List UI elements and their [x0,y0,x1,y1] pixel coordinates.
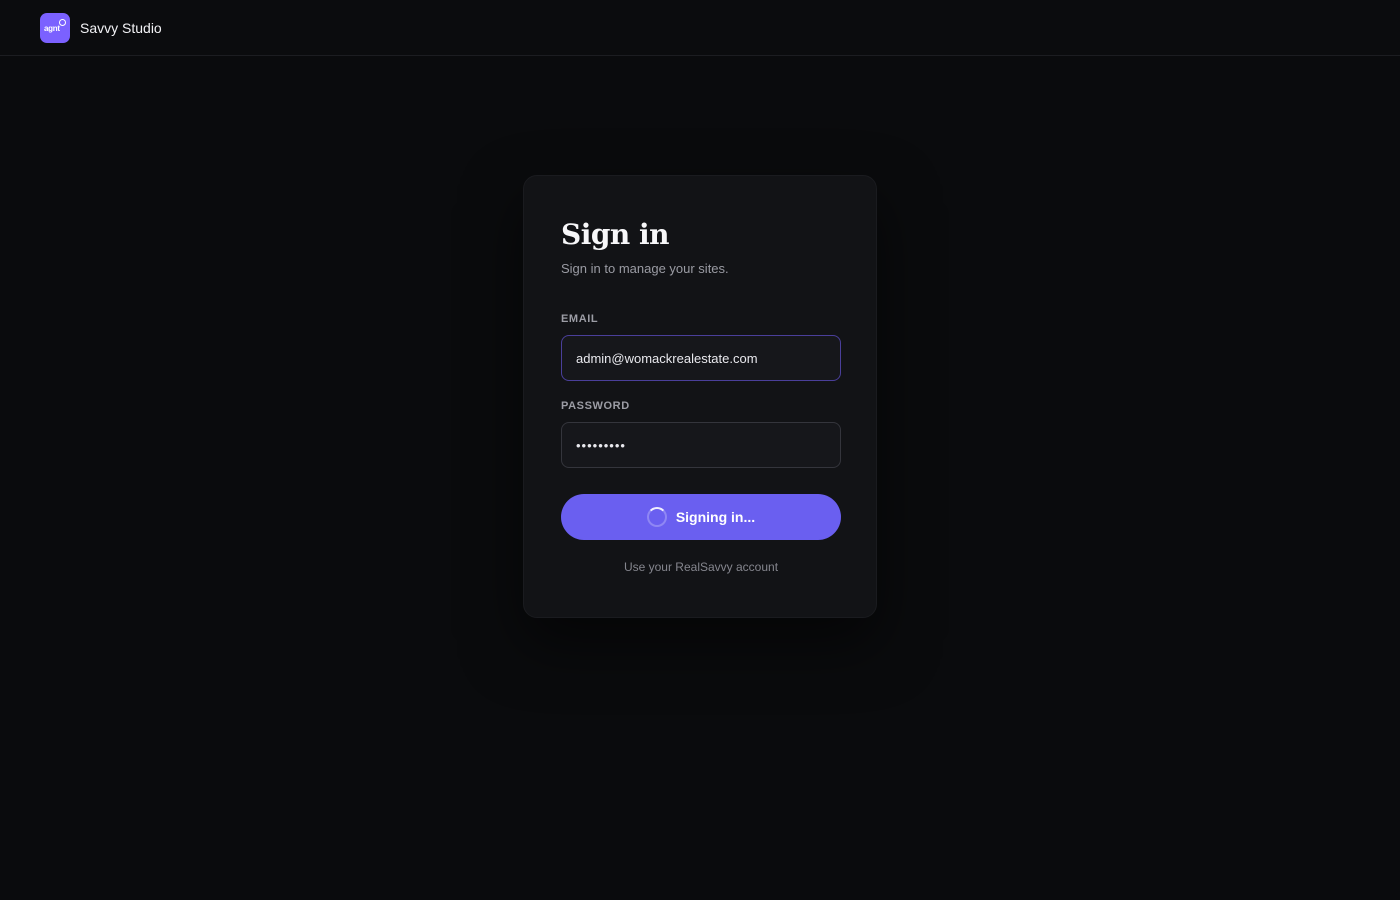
agnt-logo-icon: agnt [40,13,70,43]
top-navigation-bar: agnt Savvy Studio [0,0,1400,56]
sign-in-button[interactable]: Signing in... [561,494,841,540]
brand-name: Savvy Studio [80,20,162,36]
logo-text: agnt [44,24,60,33]
password-label: PASSWORD [561,400,630,412]
sign-in-card: Sign in Sign in to manage your sites. EM… [523,175,877,618]
sign-in-button-label: Signing in... [675,509,756,525]
page-title: Sign in [561,218,670,251]
password-field[interactable] [561,422,841,468]
logo-badge [59,19,66,26]
page-subtitle: Sign in to manage your sites. [561,261,729,276]
account-note: Use your RealSavvy account [623,560,779,574]
email-field[interactable] [561,335,841,381]
email-label: EMAIL [561,313,599,325]
spinner-icon [646,507,667,527]
brand[interactable]: agnt Savvy Studio [40,13,162,43]
